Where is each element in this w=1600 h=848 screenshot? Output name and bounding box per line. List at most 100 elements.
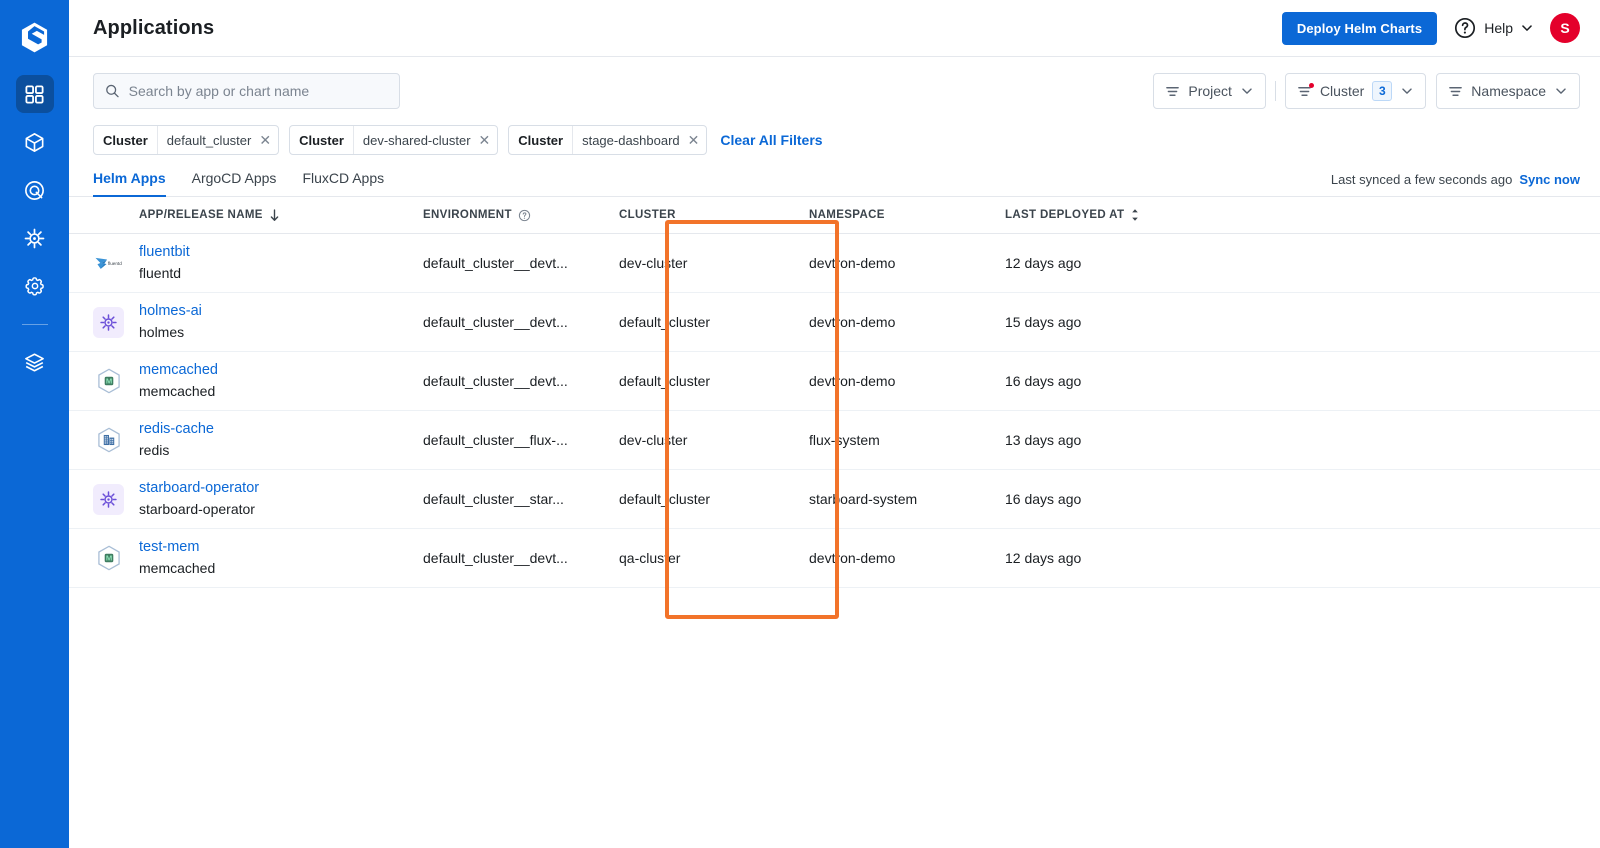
- last-deployed-cell: 16 days ago: [1005, 373, 1082, 389]
- sidebar-item-jobs[interactable]: [16, 123, 54, 161]
- sidebar-item-global-configurations[interactable]: [16, 267, 54, 305]
- remove-filter-icon[interactable]: ✕: [688, 133, 700, 148]
- namespace-filter-label: Namespace: [1471, 83, 1546, 99]
- deploy-helm-charts-button[interactable]: Deploy Helm Charts: [1281, 11, 1438, 45]
- app-name-link[interactable]: redis-cache: [139, 420, 423, 438]
- filter-chip[interactable]: Cluster default_cluster ✕: [93, 125, 280, 155]
- memcached-logo-icon: M: [93, 543, 124, 574]
- cluster-cell: qa-cluster: [619, 550, 681, 566]
- sync-now-link[interactable]: Sync now: [1519, 172, 1580, 187]
- column-header-app-release-name[interactable]: APP/RELEASE NAME: [139, 208, 423, 222]
- app-name-link[interactable]: starboard-operator: [139, 479, 423, 497]
- app-name-link[interactable]: memcached: [139, 361, 423, 379]
- filter-bar: Project Cluster 3: [69, 57, 1600, 109]
- chevron-down-icon: [1402, 88, 1413, 94]
- last-deployed-cell: 12 days ago: [1005, 550, 1082, 566]
- sort-descending-arrow-icon: [270, 208, 279, 221]
- filter-chip[interactable]: Cluster dev-shared-cluster ✕: [289, 125, 499, 155]
- cluster-filter-label: Cluster: [1319, 83, 1365, 99]
- app-icon-cell: fluentd: [93, 248, 139, 279]
- app-name-link[interactable]: test-mem: [139, 538, 423, 556]
- filter-chip[interactable]: Cluster stage-dashboard ✕: [508, 125, 708, 155]
- sidebar-item-app-groups[interactable]: [16, 171, 54, 209]
- app-name-link[interactable]: holmes-ai: [139, 302, 423, 320]
- project-filter-label: Project: [1188, 83, 1232, 99]
- sidebar-item-charts[interactable]: [16, 219, 54, 257]
- table-header-row: APP/RELEASE NAME ENVIRONMENT CLUSTER NAM…: [69, 197, 1600, 234]
- column-header-namespace: NAMESPACE: [809, 209, 1005, 221]
- svg-text:fluentd: fluentd: [107, 261, 121, 266]
- filter-dropdowns: Project Cluster 3 Namespace: [1153, 73, 1580, 109]
- tab-helm-apps[interactable]: Helm Apps: [93, 170, 166, 197]
- table-row[interactable]: redis-cache redis default_cluster__flux-…: [69, 411, 1600, 470]
- table-row[interactable]: M test-mem memcached default_cluster__de…: [69, 529, 1600, 588]
- search-input[interactable]: [128, 83, 388, 99]
- column-label: ENVIRONMENT: [423, 209, 512, 221]
- app-name-cell: redis-cache redis: [139, 420, 423, 459]
- remove-filter-icon[interactable]: ✕: [259, 133, 271, 148]
- environment-cell: default_cluster__star...: [423, 491, 564, 507]
- app-root: Applications Deploy Helm Charts Help S S…: [0, 0, 1600, 848]
- help-label: Help: [1484, 20, 1513, 36]
- page-title: Applications: [93, 16, 215, 39]
- search-icon: [106, 84, 119, 98]
- search-box[interactable]: [93, 73, 400, 109]
- cluster-filter-dropdown[interactable]: Cluster 3: [1284, 73, 1427, 109]
- sidebar-item-applications[interactable]: [15, 75, 54, 113]
- filter-icon-wrap-cluster: [1297, 82, 1314, 99]
- app-chart-name: holmes: [139, 323, 185, 340]
- last-synced-text: Last synced a few seconds ago: [1330, 172, 1513, 187]
- memcached-logo-icon: M: [93, 366, 124, 397]
- column-label: CLUSTER: [619, 209, 676, 221]
- app-icon-cell: [93, 306, 139, 338]
- cluster-filter-count-badge: 3: [1372, 81, 1393, 101]
- app-name-link[interactable]: fluentbit: [139, 243, 423, 261]
- environment-cell: default_cluster__devt...: [423, 255, 568, 271]
- filter-chip-key: Cluster: [290, 126, 354, 154]
- gear-icon: [24, 277, 44, 296]
- active-filter-dot-icon: [1308, 82, 1314, 88]
- column-header-environment: ENVIRONMENT: [423, 209, 619, 222]
- project-filter-dropdown[interactable]: Project: [1153, 73, 1266, 109]
- stacked-layers-icon: [25, 352, 44, 372]
- user-avatar[interactable]: S: [1550, 13, 1580, 43]
- namespace-cell: devtron-demo: [809, 314, 896, 330]
- filter-chip-value: stage-dashboard: [582, 132, 680, 148]
- table-row[interactable]: holmes-ai holmes default_cluster__devt..…: [69, 293, 1600, 352]
- app-chart-name: starboard-operator: [139, 500, 255, 517]
- app-type-tabs: Helm Apps ArgoCD Apps FluxCD Apps Last s…: [69, 155, 1600, 197]
- environment-cell: default_cluster__devt...: [423, 550, 568, 566]
- column-label: APP/RELEASE NAME: [139, 209, 263, 221]
- active-filter-chips: Cluster default_cluster ✕ Cluster dev-sh…: [69, 109, 1600, 155]
- sidebar-item-stack-manager[interactable]: [16, 343, 54, 381]
- table-row[interactable]: fluentd fluentbit fluentd default_cluste…: [69, 234, 1600, 293]
- devtron-logo[interactable]: [0, 0, 69, 75]
- cluster-cell: default_cluster: [619, 314, 711, 330]
- chevron-down-icon: [1556, 88, 1566, 94]
- sidebar-nav-list: [0, 75, 69, 381]
- column-header-cluster[interactable]: CLUSTER: [619, 209, 809, 221]
- table-row[interactable]: M memcached memcached default_cluster__d…: [69, 352, 1600, 411]
- table-row[interactable]: starboard-operator starboard-operator de…: [69, 470, 1600, 529]
- column-label: NAMESPACE: [809, 209, 885, 221]
- last-deployed-cell: 16 days ago: [1005, 491, 1082, 507]
- helm-gear-icon: [93, 306, 124, 338]
- sidebar-divider: [21, 324, 48, 325]
- question-circle-icon: [1455, 17, 1476, 39]
- tab-fluxcd-apps[interactable]: FluxCD Apps: [302, 170, 384, 197]
- last-deployed-cell: 12 days ago: [1005, 255, 1082, 271]
- help-menu[interactable]: Help: [1451, 12, 1536, 44]
- app-name-cell: test-mem memcached: [139, 538, 423, 577]
- tab-argocd-apps[interactable]: ArgoCD Apps: [192, 170, 277, 197]
- remove-filter-icon[interactable]: ✕: [479, 133, 491, 148]
- namespace-cell: devtron-demo: [809, 255, 896, 271]
- last-deployed-cell: 13 days ago: [1005, 432, 1082, 448]
- question-circle-icon[interactable]: [518, 209, 531, 222]
- environment-cell: default_cluster__devt...: [423, 314, 568, 330]
- grid-apps-icon: [25, 84, 44, 104]
- column-header-last-deployed-at[interactable]: LAST DEPLOYED AT: [1005, 208, 1205, 222]
- namespace-cell: devtron-demo: [809, 373, 896, 389]
- chevron-down-icon: [1242, 88, 1252, 94]
- clear-all-filters-link[interactable]: Clear All Filters: [720, 132, 822, 148]
- namespace-filter-dropdown[interactable]: Namespace: [1436, 73, 1580, 109]
